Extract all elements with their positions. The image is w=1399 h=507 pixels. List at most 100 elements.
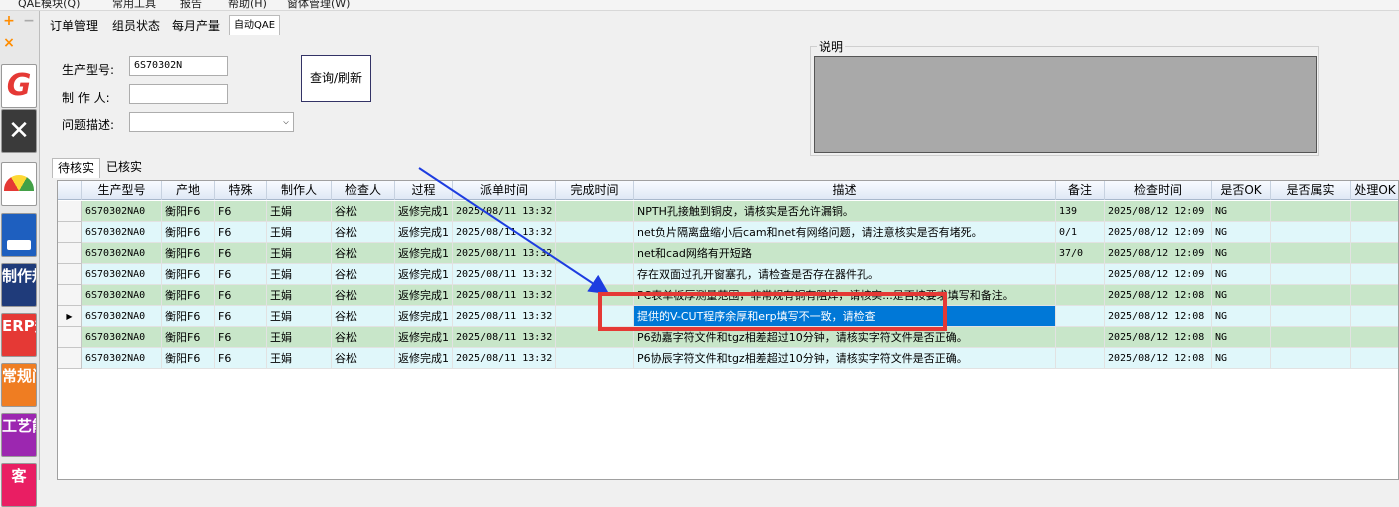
query-refresh-button[interactable]: 查询/刷新 — [301, 55, 371, 102]
table-cell[interactable]: F6 — [215, 348, 267, 369]
table-cell[interactable]: 6S70302NA0 — [82, 306, 162, 327]
table-cell[interactable]: 存在双面过孔开窗塞孔，请检查是否存在器件孔。 — [634, 264, 1056, 285]
row-header[interactable] — [58, 348, 82, 369]
maximize-icon[interactable]: + — [0, 11, 18, 31]
column-header[interactable]: 处理OK — [1351, 181, 1398, 200]
table-cell[interactable] — [1271, 306, 1351, 327]
table-cell[interactable]: 139 — [1056, 201, 1105, 222]
table-cell[interactable]: F6 — [215, 327, 267, 348]
table-cell[interactable]: NG — [1212, 285, 1271, 306]
table-cell[interactable]: 2025/08/12 12:09 — [1105, 243, 1212, 264]
table-row[interactable]: 6S70302NA0 衡阳F6 F6 王娟 谷松 返修完成1 2025/08/11 13:3… — [58, 222, 1398, 243]
table-cell[interactable]: 返修完成1 — [395, 327, 453, 348]
column-header[interactable]: 制作人 — [267, 181, 332, 200]
table-cell[interactable]: 6S70302NA0 — [82, 327, 162, 348]
table-cell[interactable]: P6协辰字符文件和tgz相差超过10分钟，请核实字符文件是否正确。 — [634, 348, 1056, 369]
table-cell[interactable] — [1056, 327, 1105, 348]
row-header[interactable] — [58, 201, 82, 222]
table-cell[interactable] — [556, 327, 634, 348]
table-cell[interactable]: 王娟 — [267, 348, 332, 369]
table-cell[interactable] — [1351, 327, 1398, 348]
table-cell[interactable] — [556, 285, 634, 306]
table-cell[interactable]: 王娟 — [267, 306, 332, 327]
table-cell[interactable] — [1056, 348, 1105, 369]
table-cell[interactable] — [556, 264, 634, 285]
table-cell[interactable]: NG — [1212, 222, 1271, 243]
table-cell[interactable]: 谷松 — [332, 201, 395, 222]
sidebar-item-extra[interactable]: 客 — [1, 463, 37, 507]
table-cell[interactable]: net和cad网络有开短路 — [634, 243, 1056, 264]
table-cell[interactable]: 2025/08/12 12:08 — [1105, 348, 1212, 369]
table-cell[interactable]: 0/1 — [1056, 222, 1105, 243]
column-header[interactable]: 过程 — [395, 181, 453, 200]
sidebar-item-common-issues[interactable]: 常规问题 — [1, 363, 37, 407]
table-cell[interactable]: 2025/08/11 13:32 — [453, 222, 556, 243]
table-cell[interactable]: 2025/08/11 13:32 — [453, 264, 556, 285]
table-cell[interactable]: 返修完成1 — [395, 201, 453, 222]
table-cell[interactable]: NG — [1212, 264, 1271, 285]
column-header[interactable]: 是否属实 — [1271, 181, 1351, 200]
table-cell[interactable]: 6S70302NA0 — [82, 348, 162, 369]
table-cell[interactable] — [1056, 264, 1105, 285]
table-cell[interactable]: 2025/08/12 12:09 — [1105, 222, 1212, 243]
table-cell[interactable]: F6 — [215, 243, 267, 264]
row-header[interactable] — [58, 222, 82, 243]
issue-select[interactable]: ⌵ — [129, 112, 294, 132]
table-cell[interactable]: NG — [1212, 327, 1271, 348]
table-cell[interactable]: NG — [1212, 243, 1271, 264]
table-cell[interactable]: 2025/08/12 12:09 — [1105, 264, 1212, 285]
table-cell[interactable]: net负片隔离盘缩小后cam和net有网络问题，请注意核实是否有堵死。 — [634, 222, 1056, 243]
table-cell[interactable]: 返修完成1 — [395, 285, 453, 306]
table-cell[interactable]: 2025/08/12 12:08 — [1105, 327, 1212, 348]
row-header[interactable] — [58, 243, 82, 264]
table-cell[interactable]: PC表单板厚测量范围，非常规有铜有阻焊，请核实...是否按要求填写和备注。 — [634, 285, 1056, 306]
table-cell[interactable] — [1271, 243, 1351, 264]
column-header[interactable]: 描述 — [634, 181, 1056, 200]
column-header[interactable]: 是否OK — [1212, 181, 1271, 200]
table-row[interactable]: 6S70302NA0 衡阳F6 F6 王娟 谷松 返修完成1 2025/08/11 13:3… — [58, 201, 1398, 222]
gauge-icon[interactable] — [1, 162, 37, 206]
column-header[interactable]: 检查人 — [332, 181, 395, 200]
table-row[interactable]: 6S70302NA0 衡阳F6 F6 王娟 谷松 返修完成1 2025/08/11 13:3… — [58, 348, 1398, 369]
table-row[interactable]: 6S70302NA0 衡阳F6 F6 王娟 谷松 返修完成1 2025/08/11 13:3… — [58, 327, 1398, 348]
table-cell[interactable]: 返修完成1 — [395, 222, 453, 243]
close-icon[interactable]: × — [0, 33, 18, 53]
table-cell[interactable]: 2025/08/12 12:09 — [1105, 201, 1212, 222]
table-cell[interactable] — [556, 243, 634, 264]
table-cell[interactable]: F6 — [215, 306, 267, 327]
table-cell[interactable] — [1271, 222, 1351, 243]
table-cell[interactable]: 2025/08/11 13:32 — [453, 285, 556, 306]
column-header[interactable]: 派单时间 — [453, 181, 556, 200]
table-cell[interactable] — [1351, 348, 1398, 369]
table-cell[interactable]: 谷松 — [332, 327, 395, 348]
table-cell[interactable]: F6 — [215, 201, 267, 222]
table-cell[interactable]: 谷松 — [332, 222, 395, 243]
table-cell[interactable]: 王娟 — [267, 222, 332, 243]
table-cell[interactable]: 2025/08/12 12:08 — [1105, 285, 1212, 306]
table-cell[interactable] — [1351, 201, 1398, 222]
table-cell[interactable] — [1271, 201, 1351, 222]
table-cell[interactable]: NG — [1212, 201, 1271, 222]
table-cell[interactable]: 衡阳F6 — [162, 348, 215, 369]
subtab-verified[interactable]: 已核实 — [101, 158, 147, 178]
row-header[interactable] — [58, 327, 82, 348]
table-cell[interactable]: P6劲嘉字符文件和tgz相差超过10分钟，请核实字符文件是否正确。 — [634, 327, 1056, 348]
table-cell[interactable]: 衡阳F6 — [162, 201, 215, 222]
table-cell[interactable]: 2025/08/11 13:32 — [453, 201, 556, 222]
table-cell[interactable] — [1271, 327, 1351, 348]
sidebar-item-process-capability[interactable]: 工艺能力 — [1, 413, 37, 457]
table-cell[interactable] — [1056, 285, 1105, 306]
table-cell[interactable] — [1351, 222, 1398, 243]
column-header[interactable]: 完成时间 — [556, 181, 634, 200]
table-cell[interactable]: 6S70302NA0 — [82, 285, 162, 306]
table-row[interactable]: ▶ 6S70302NA0 衡阳F6 F6 王娟 谷松 返修完成1 2025/08/11 13:… — [58, 306, 1398, 327]
table-cell[interactable] — [1271, 348, 1351, 369]
menu-item[interactable]: QAE模块(Q) — [18, 0, 80, 10]
table-cell[interactable] — [556, 201, 634, 222]
table-cell[interactable] — [1351, 264, 1398, 285]
table-cell[interactable]: 6S70302NA0 — [82, 222, 162, 243]
maker-field[interactable] — [129, 84, 228, 104]
row-header[interactable] — [58, 264, 82, 285]
table-cell[interactable]: 返修完成1 — [395, 243, 453, 264]
tab-orders[interactable]: 订单管理 — [45, 15, 103, 35]
